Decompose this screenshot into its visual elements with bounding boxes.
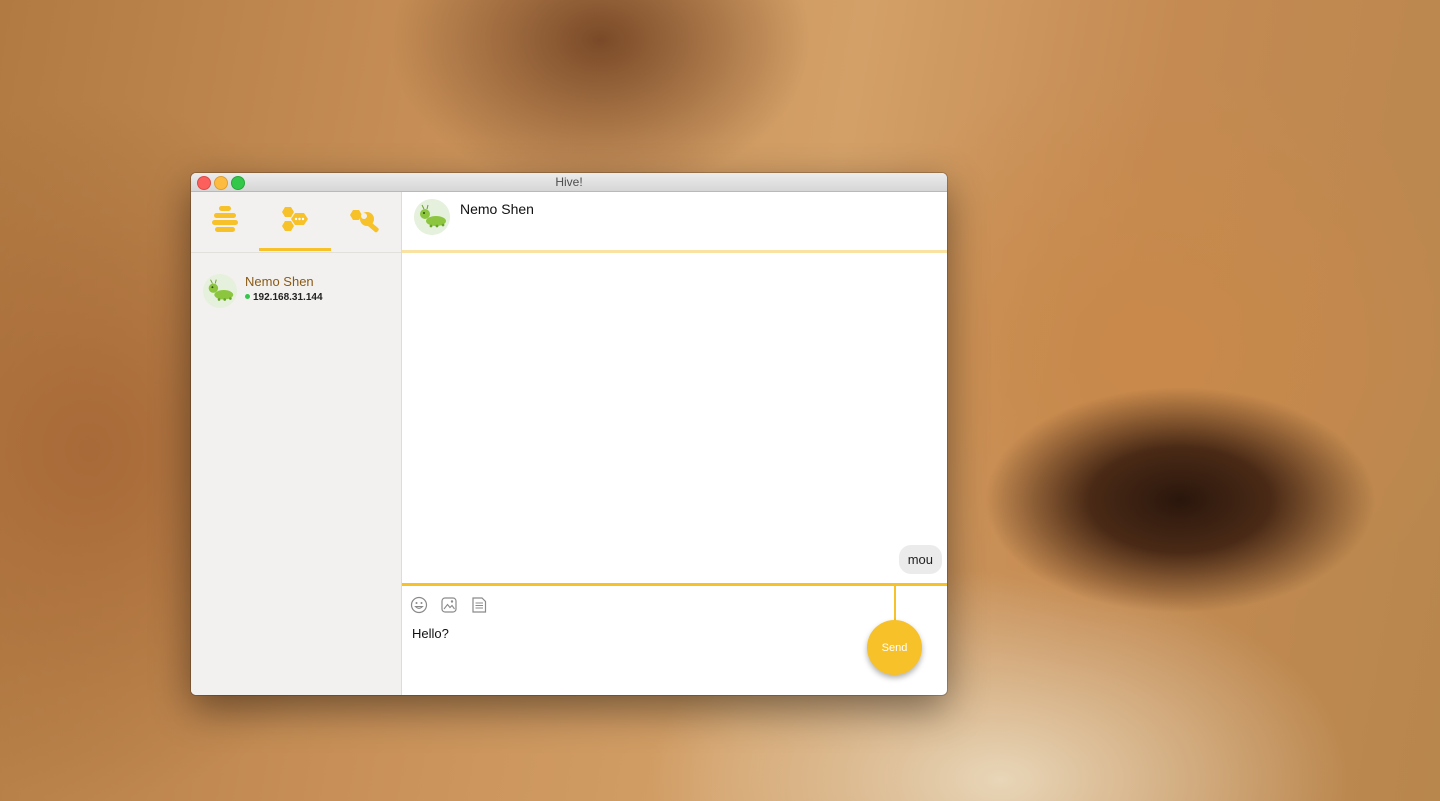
- avatar: [203, 274, 237, 308]
- image-icon: [441, 597, 457, 613]
- wrench-settings-icon: [350, 210, 379, 233]
- chat-header-avatar: [414, 199, 450, 235]
- chat-bubbles-icon: [282, 207, 308, 231]
- emoji-icon: [410, 596, 428, 614]
- tab-hive[interactable]: [207, 204, 243, 236]
- chat-contact-name: Nemo Shen: [460, 201, 534, 217]
- hive-icon: [212, 206, 238, 232]
- composer: Hello? Send: [402, 583, 947, 695]
- file-icon: [472, 597, 487, 613]
- send-button[interactable]: Send: [867, 620, 922, 675]
- active-tab-indicator: [259, 248, 331, 251]
- title-bar[interactable]: Hive!: [191, 173, 947, 192]
- image-button[interactable]: [440, 596, 458, 614]
- sidebar-tabs: [191, 192, 401, 253]
- contact-ip: 192.168.31.144: [245, 292, 323, 303]
- message-bubble: mou: [898, 545, 942, 574]
- tab-settings[interactable]: [347, 204, 383, 236]
- message-list[interactable]: mou: [402, 253, 947, 583]
- send-button-stem: [894, 586, 896, 622]
- online-status-dot: [245, 294, 250, 299]
- tab-chats[interactable]: [277, 204, 313, 236]
- caterpillar-avatar-icon: [203, 274, 237, 308]
- contact-ip-text: 192.168.31.144: [253, 292, 323, 303]
- window-title: Hive!: [555, 175, 583, 189]
- chat-header: Nemo Shen: [402, 192, 947, 253]
- emoji-button[interactable]: [410, 596, 428, 614]
- sidebar: Nemo Shen 192.168.31.144: [191, 192, 402, 695]
- file-button[interactable]: [470, 596, 488, 614]
- contact-name: Nemo Shen: [245, 274, 314, 289]
- message-input[interactable]: Hello?: [412, 626, 852, 686]
- contact-list-item[interactable]: Nemo Shen 192.168.31.144: [201, 272, 391, 312]
- app-window: Hive! Nemo Shen 192.168.31.144 Nemo Shen…: [191, 173, 947, 695]
- caterpillar-avatar-icon: [414, 199, 450, 235]
